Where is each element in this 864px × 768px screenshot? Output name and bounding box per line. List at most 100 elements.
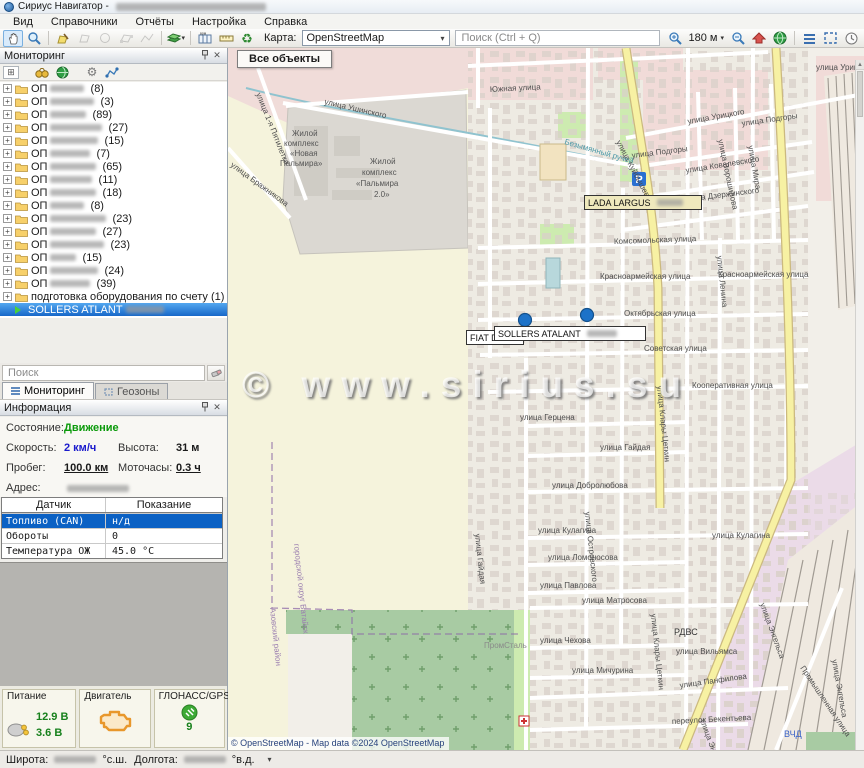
expand-icon[interactable]: +	[3, 136, 12, 145]
expand-icon[interactable]: +	[3, 279, 12, 288]
close-icon[interactable]: ✕	[211, 402, 223, 413]
zoom-out-icon[interactable]	[728, 30, 748, 47]
clear-search-icon[interactable]	[207, 365, 225, 381]
tree-search-row: Поиск	[0, 363, 227, 382]
scroll-up-icon[interactable]: ▲	[856, 60, 864, 70]
vehicle-marker[interactable]	[519, 314, 532, 327]
vehicle-label[interactable]: SOLLERS ATALANT	[494, 326, 646, 341]
home-icon[interactable]	[749, 30, 769, 47]
ruler-icon[interactable]	[216, 30, 236, 47]
tree-item[interactable]: +ОП (7)	[0, 147, 227, 160]
street-label: Советская улица	[644, 344, 707, 353]
measure-grid-icon[interactable]: врм	[195, 30, 215, 47]
sensor-row[interactable]: Обороты0	[2, 528, 222, 543]
address-label: Адрес:	[6, 482, 41, 494]
globe-small-icon[interactable]	[53, 65, 71, 80]
window-title: Сириус Навигатор -	[18, 1, 109, 12]
expand-icon[interactable]: +	[3, 188, 12, 197]
zoom-tool-icon[interactable]	[24, 30, 44, 47]
tree-item[interactable]: +ОП (27)	[0, 121, 227, 134]
selection-frame-icon[interactable]	[820, 30, 840, 47]
street-label: Красноармейская улица	[600, 272, 691, 281]
map-scrollbar[interactable]: ▲	[855, 60, 864, 750]
expand-icon[interactable]: +	[3, 162, 12, 171]
expand-icon[interactable]: +	[3, 240, 12, 249]
mileage-value[interactable]: 100.0 км	[64, 462, 108, 474]
expand-icon[interactable]: +	[3, 227, 12, 236]
track-icon[interactable]	[103, 65, 121, 80]
pin-icon[interactable]	[199, 50, 211, 62]
tree-item[interactable]: +ОП (89)	[0, 108, 227, 121]
map-tab-all-objects[interactable]: Все объекты	[237, 50, 332, 68]
redacted-text	[50, 150, 90, 157]
tree-item[interactable]: + ОП (11)	[0, 173, 227, 186]
folder-icon	[15, 201, 28, 211]
tree-item[interactable]: +ОП (39)	[0, 277, 227, 290]
zoom-scale-dropdown[interactable]: 180 м ▾	[686, 32, 728, 44]
expand-icon[interactable]: +	[3, 201, 12, 210]
gear-icon[interactable]: ⚙	[83, 65, 101, 80]
tree-item[interactable]: +ОП (8)	[0, 199, 227, 212]
coords-dropdown-icon[interactable]: ▾	[268, 755, 272, 764]
layers-icon[interactable]: ▾	[166, 30, 186, 47]
redacted-text	[50, 124, 102, 131]
tab-geozones[interactable]: Геозоны	[95, 383, 168, 399]
close-icon[interactable]: ✕	[211, 50, 223, 61]
expand-icon[interactable]: +	[3, 110, 12, 119]
tree-item[interactable]: +ОП (27)	[0, 225, 227, 238]
global-search-input[interactable]: Поиск (Ctrl + Q)	[455, 30, 660, 46]
expand-icon[interactable]: +	[3, 214, 12, 223]
list-icon[interactable]	[799, 30, 819, 47]
tree-item[interactable]: +ОП (18)	[0, 186, 227, 199]
menu-reports[interactable]: Отчёты	[127, 15, 183, 29]
tree-item[interactable]: +ОП (65)	[0, 160, 227, 173]
pan-tool-icon[interactable]	[3, 30, 23, 47]
map-select-combobox[interactable]: OpenStreetMap ▾	[302, 30, 450, 46]
tree-item-label: ОП (23)	[31, 239, 130, 251]
tree-item-label: ОП (11)	[31, 174, 117, 186]
vehicle-marker[interactable]	[581, 309, 594, 322]
street-label: «Новая	[290, 149, 318, 158]
redacted-text	[50, 137, 98, 144]
expand-icon[interactable]: +	[3, 292, 12, 301]
refresh-icon[interactable]: ♻	[237, 30, 257, 47]
tree-item[interactable]: +ОП (23)	[0, 212, 227, 225]
sensor-row[interactable]: Топливо (CAN)н/д	[2, 513, 222, 528]
tree-item[interactable]: +ОП (15)	[0, 134, 227, 147]
menu-help[interactable]: Справка	[255, 15, 316, 29]
tab-monitoring[interactable]: Мониторинг	[2, 382, 94, 399]
vehicle-label[interactable]: LADA LARGUS	[584, 195, 702, 210]
tree-search-input[interactable]: Поиск	[2, 365, 205, 381]
menu-settings[interactable]: Настройка	[183, 15, 255, 29]
sensor-row[interactable]: Температура ОЖ45.0 °C	[2, 543, 222, 558]
tree-item[interactable]: + ОП (23)	[0, 238, 227, 251]
clock-icon[interactable]	[841, 30, 861, 47]
tree-item[interactable]: +ОП (24)	[0, 264, 227, 277]
expand-icon[interactable]: +	[3, 266, 12, 275]
expand-icon[interactable]: +	[3, 123, 12, 132]
expand-icon[interactable]: +	[3, 149, 12, 158]
expand-icon[interactable]: +	[3, 253, 12, 262]
menu-directories[interactable]: Справочники	[42, 15, 127, 29]
expand-all-icon[interactable]: ⊞	[3, 66, 19, 79]
pin-icon[interactable]	[199, 402, 211, 414]
school-building	[540, 144, 566, 180]
zoom-in-icon[interactable]	[665, 30, 685, 47]
sensor-value: 45.0 °C	[106, 544, 222, 558]
expand-icon[interactable]: +	[3, 175, 12, 184]
scroll-thumb[interactable]	[857, 71, 863, 117]
expand-icon[interactable]: +	[3, 97, 12, 106]
tree-item[interactable]: +ОП (8)	[0, 82, 227, 95]
redacted-text	[587, 330, 617, 337]
menu-view[interactable]: Вид	[4, 15, 42, 29]
tree-item-selected[interactable]: SOLLERS ATLANT	[0, 303, 227, 316]
edit-geozone-icon[interactable]	[53, 30, 73, 47]
tree-item[interactable]: +ОП (3)	[0, 95, 227, 108]
binoculars-icon[interactable]	[33, 65, 51, 80]
tree-item[interactable]: +ОП (15)	[0, 251, 227, 264]
map-view[interactable]: P Южная улицаулица Урицкогоулица Урицког…	[228, 48, 864, 750]
expand-icon[interactable]: +	[3, 84, 12, 93]
globe-icon[interactable]	[770, 30, 790, 47]
hours-value[interactable]: 0.3 ч	[176, 462, 201, 474]
tree-item[interactable]: +подготовка оборудования по счету (1)	[0, 290, 227, 303]
